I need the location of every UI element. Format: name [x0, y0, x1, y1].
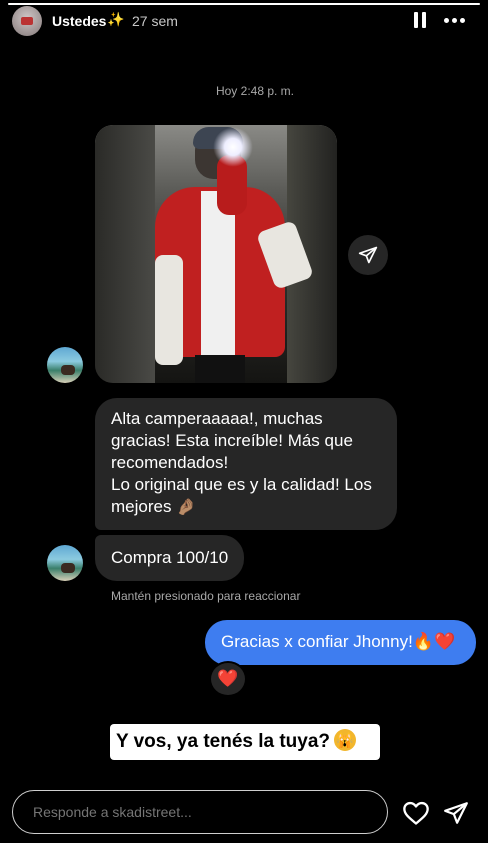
story-avatar[interactable]	[12, 6, 42, 36]
photo-jacket-white-panel-left	[155, 255, 183, 365]
avatar-logo	[21, 17, 33, 25]
avatar-figure	[61, 365, 75, 375]
reply-input[interactable]	[12, 790, 388, 834]
scream-cat-emoji: 🙀	[334, 728, 357, 751]
message-line: Lo original que es y la calidad! Los	[111, 475, 372, 494]
photo-elevator-wall-left	[95, 125, 155, 383]
avatar-figure	[61, 563, 75, 573]
reaction-hint: Mantén presionado para reaccionar	[111, 589, 301, 603]
story-progress-fill	[8, 3, 480, 5]
story-progress-bar	[8, 3, 480, 5]
photo-legs	[195, 355, 245, 383]
incoming-message-bubble[interactable]: Alta camperaaaaa!, muchas gracias! Esta …	[95, 398, 397, 530]
outgoing-message-bubble[interactable]: Gracias x confiar Jhonny!🔥❤️	[205, 620, 476, 665]
story-header: Ustedes ✨ 27 sem	[0, 6, 488, 36]
photo-phone-flash	[213, 127, 253, 167]
pinched-fingers-emoji: 🤌🏽	[176, 499, 197, 516]
incoming-message-bubble[interactable]: Compra 100/10	[95, 535, 245, 581]
chat-timestamp: Hoy 2:48 p. m.	[215, 84, 295, 98]
message-line: Alta camperaaaaa!, muchas	[111, 409, 323, 428]
sender-avatar[interactable]	[47, 347, 83, 383]
message-line: recomendados!	[111, 453, 229, 472]
send-button[interactable]	[443, 800, 469, 826]
share-photo-button[interactable]	[348, 235, 388, 275]
more-icon[interactable]	[444, 18, 466, 24]
paper-plane-icon	[358, 246, 378, 264]
story-time-ago: 27 sem	[132, 13, 178, 29]
sticker-text: Y vos, ya tenés la tuya?	[116, 731, 331, 752]
photo-white-shirt	[201, 191, 235, 361]
shared-photo[interactable]	[95, 125, 337, 383]
message-line-text: mejores	[111, 497, 172, 516]
message-line-last: mejores 🤌🏽	[111, 496, 381, 519]
like-button[interactable]	[402, 800, 430, 826]
sparkle-emoji: ✨	[107, 11, 125, 27]
message-line: gracias! Esta increíble! Más que	[111, 431, 353, 450]
story-username[interactable]: Ustedes	[52, 13, 106, 29]
story-text-sticker: Y vos, ya tenés la tuya? 🙀	[110, 724, 380, 760]
heart-reaction[interactable]: ❤️	[209, 661, 247, 697]
heart-icon	[403, 801, 429, 825]
pause-icon[interactable]	[414, 12, 426, 28]
paper-plane-icon	[444, 802, 468, 824]
sender-avatar[interactable]	[47, 545, 83, 581]
